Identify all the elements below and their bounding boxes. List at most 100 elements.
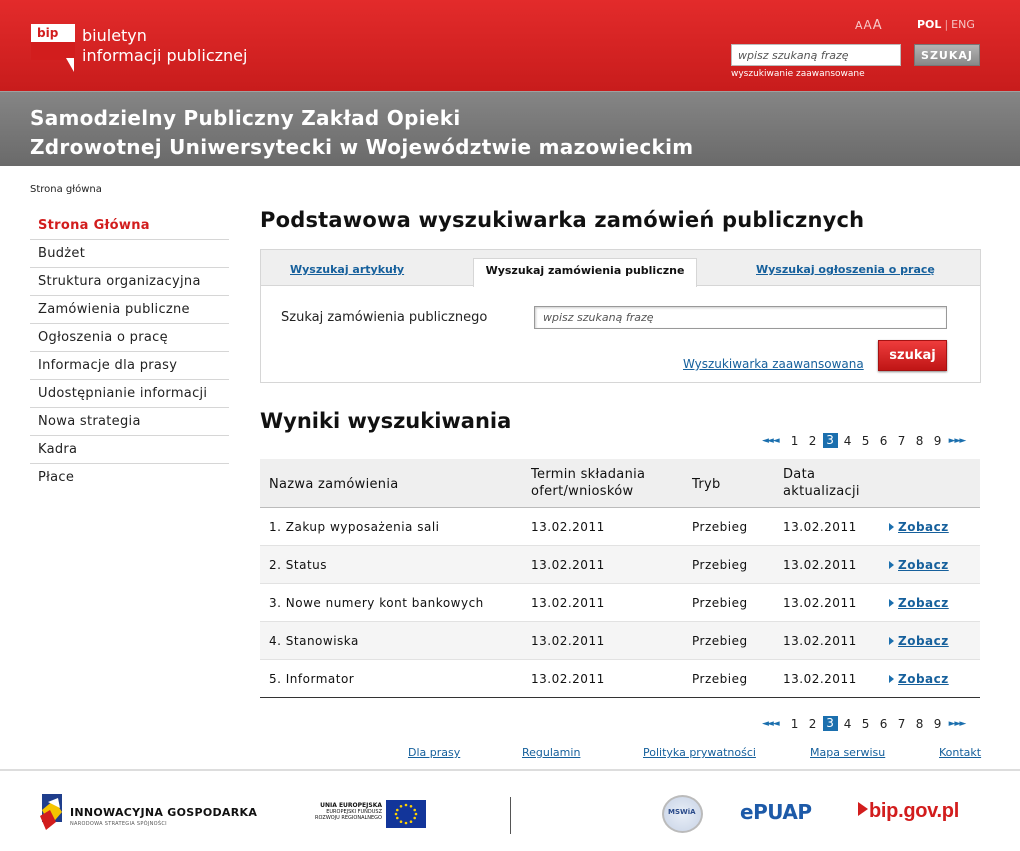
breadcrumb[interactable]: Strona główna xyxy=(30,184,102,195)
sidebar-item-budzet[interactable]: Budżet xyxy=(30,240,229,268)
arrow-right-icon xyxy=(889,637,894,645)
footer-link-sitemap[interactable]: Mapa serwisu xyxy=(810,746,885,759)
col-deadline: Termin składania ofert/wniosków xyxy=(531,466,645,500)
top-search-input[interactable]: wpisz szukaną frazę xyxy=(731,44,901,66)
footer-link-press[interactable]: Dla prasy xyxy=(408,746,460,759)
institution-title: Samodzielny Publiczny Zakład Opieki Zdro… xyxy=(30,104,693,162)
footer-link-contact[interactable]: Kontakt xyxy=(939,746,981,759)
eu-line3: ROZWOJU REGIONALNEGO xyxy=(314,815,382,821)
search-input[interactable]: wpisz szukaną frazę xyxy=(534,306,947,329)
logo-abbr: bip xyxy=(37,26,59,40)
bip-triangle-icon xyxy=(858,802,868,816)
top-search-button[interactable]: SZUKAJ xyxy=(914,44,980,66)
logo-text[interactable]: biuletyn informacji publicznej xyxy=(82,26,247,66)
language-switcher: POL | ENG xyxy=(917,18,975,31)
cell-deadline: 13.02.2011 xyxy=(531,520,605,534)
sidebar-item-strona-glowna[interactable]: Strona Główna xyxy=(30,212,229,240)
sidebar-item-ogloszenia[interactable]: Ogłoszenia o pracę xyxy=(30,324,229,352)
pager-prev-icon[interactable]: ◄◄ ◄ xyxy=(762,436,780,446)
pager-page[interactable]: 8 xyxy=(911,717,929,731)
pager-page[interactable]: 7 xyxy=(893,717,911,731)
pager-page[interactable]: 7 xyxy=(893,434,911,448)
logo-line2: informacji publicznej xyxy=(82,46,248,65)
pager-page[interactable]: 4 xyxy=(839,434,857,448)
innovative-economy-logo-icon xyxy=(40,794,62,830)
eu-fund-text: UNIA EUROPEJSKA EUROPEJSKI FUNDUSZ ROZWO… xyxy=(306,803,382,822)
tab-articles[interactable]: Wyszukaj artykuły xyxy=(290,263,404,276)
sidebar-item-place[interactable]: Płace xyxy=(30,464,229,492)
footer-link-privacy[interactable]: Polityka prywatności xyxy=(643,746,756,759)
col-updated: Data aktualizacji xyxy=(783,466,860,500)
sidebar-item-kadra[interactable]: Kadra xyxy=(30,436,229,464)
cell-mode: Przebieg xyxy=(692,596,748,610)
col-deadline-line2: ofert/wniosków xyxy=(531,484,634,499)
sidebar-item-zamowienia[interactable]: Zamówienia publiczne xyxy=(30,296,229,324)
font-size-small[interactable]: A xyxy=(855,19,863,32)
table-row: 4. Stanowiska 13.02.2011 Przebieg 13.02.… xyxy=(260,622,980,660)
pager-page[interactable]: 1 xyxy=(786,434,804,448)
view-link[interactable]: Zobacz xyxy=(898,596,949,610)
pager-page[interactable]: 5 xyxy=(857,717,875,731)
pager-page[interactable]: 2 xyxy=(804,717,822,731)
cell-name: 3. Nowe numery kont bankowych xyxy=(269,596,484,610)
cell-deadline: 13.02.2011 xyxy=(531,672,605,686)
view-link[interactable]: Zobacz xyxy=(898,634,949,648)
institution-line2: Zdrowotnej Uniwersytecki w Województwie … xyxy=(30,135,694,159)
table-row: 1. Zakup wyposażenia sali 13.02.2011 Prz… xyxy=(260,508,980,546)
results-title: Wyniki wyszukiwania xyxy=(260,409,512,433)
cell-updated: 13.02.2011 xyxy=(783,520,857,534)
pager-page[interactable]: 2 xyxy=(804,434,822,448)
pager-page[interactable]: 8 xyxy=(911,434,929,448)
pager-page[interactable]: 4 xyxy=(839,717,857,731)
cell-mode: Przebieg xyxy=(692,672,748,686)
sidebar-item-struktura[interactable]: Struktura organizacyjna xyxy=(30,268,229,296)
view-link[interactable]: Zobacz xyxy=(898,520,949,534)
pager-page[interactable]: 9 xyxy=(929,717,947,731)
col-mode: Tryb xyxy=(692,477,721,492)
col-updated-line1: Data xyxy=(783,467,816,482)
sidebar-item-strategia[interactable]: Nowa strategia xyxy=(30,408,229,436)
col-name: Nazwa zamówienia xyxy=(269,477,399,492)
logo-speech-tail xyxy=(66,58,74,72)
ig-subtitle: NARODOWA STRATEGIA SPÓJNOŚCI xyxy=(70,821,167,827)
font-size-medium[interactable]: A xyxy=(864,18,872,32)
cell-mode: Przebieg xyxy=(692,520,748,534)
pager-next-icon[interactable]: ► ►► xyxy=(949,436,967,446)
lang-pol[interactable]: POL xyxy=(917,18,941,31)
results-table: Nazwa zamówienia Termin składania ofert/… xyxy=(260,459,980,698)
pager-bottom: ◄◄ ◄ 1 2 3 4 5 6 7 8 9 ► ►► xyxy=(762,716,967,731)
lang-separator: | xyxy=(944,18,949,31)
page-title: Podstawowa wyszukiwarka zamówień publicz… xyxy=(260,208,865,232)
pager-next-icon[interactable]: ► ►► xyxy=(949,719,967,729)
sidebar-item-udostepnianie[interactable]: Udostępnianie informacji xyxy=(30,380,229,408)
footer-link-terms[interactable]: Regulamin xyxy=(522,746,580,759)
search-button[interactable]: szukaj xyxy=(878,340,947,371)
epuap-logo[interactable]: ePUAP xyxy=(740,800,812,824)
top-advanced-search-link[interactable]: wyszukiwanie zaawansowane xyxy=(731,69,865,79)
lang-eng[interactable]: ENG xyxy=(951,18,975,31)
search-label: Szukaj zamówienia publicznego xyxy=(281,310,488,325)
pager-page[interactable]: 5 xyxy=(857,434,875,448)
pager-page[interactable]: 6 xyxy=(875,434,893,448)
advanced-search-link[interactable]: Wyszukiwarka zaawansowana xyxy=(683,357,864,371)
pager-top: ◄◄ ◄ 1 2 3 4 5 6 7 8 9 ► ►► xyxy=(762,433,967,448)
bip-gov-logo[interactable]: bip.gov.pl xyxy=(858,800,959,823)
sidebar-item-prasa[interactable]: Informacje dla prasy xyxy=(30,352,229,380)
mswia-text: MSWiA xyxy=(668,808,696,816)
view-link[interactable]: Zobacz xyxy=(898,558,949,572)
pager-page[interactable]: 6 xyxy=(875,717,893,731)
pager-current-page: 3 xyxy=(822,433,838,448)
cell-deadline: 13.02.2011 xyxy=(531,596,605,610)
cell-deadline: 13.02.2011 xyxy=(531,634,605,648)
view-link[interactable]: Zobacz xyxy=(898,672,949,686)
pager-page[interactable]: 9 xyxy=(929,434,947,448)
tab-job-offers[interactable]: Wyszukaj ogłoszenia o pracę xyxy=(756,263,935,276)
bip-logo-icon[interactable]: bip xyxy=(31,24,75,60)
cell-updated: 13.02.2011 xyxy=(783,672,857,686)
cell-name: 5. Informator xyxy=(269,672,355,686)
col-updated-line2: aktualizacji xyxy=(783,484,860,499)
pager-page[interactable]: 1 xyxy=(786,717,804,731)
tab-public-orders[interactable]: Wyszukaj zamówienia publiczne xyxy=(473,258,697,287)
pager-prev-icon[interactable]: ◄◄ ◄ xyxy=(762,719,780,729)
font-size-large[interactable]: A xyxy=(873,18,882,33)
